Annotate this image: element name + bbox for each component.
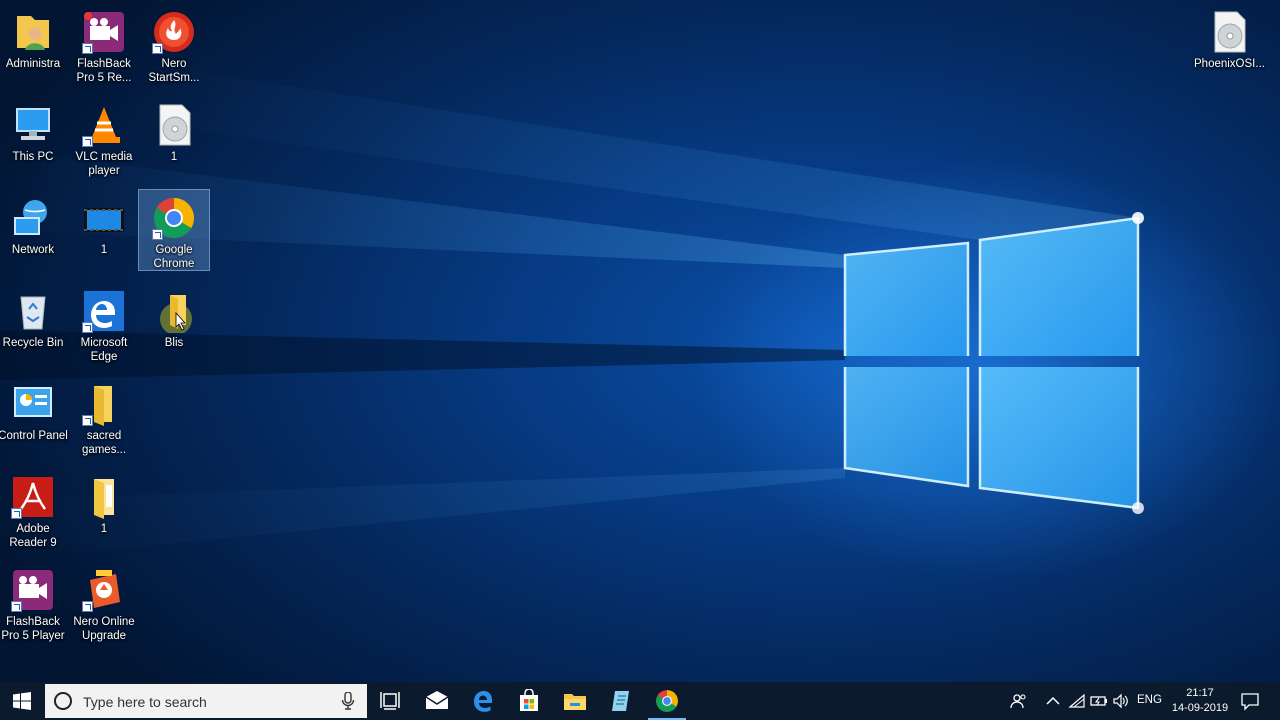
desktop-icon-phoenixos[interactable]: PhoenixOSI... [1194,4,1265,71]
clock-date: 14-09-2019 [1171,702,1229,714]
desktop-icon-recycle-bin[interactable]: Recycle Bin [0,283,68,350]
desktop-icon-label: Nero Online Upgrade [73,616,135,642]
shortcut-arrow-icon [82,322,93,333]
file-explorer-icon [564,694,586,710]
desktop-icon-disc-1[interactable]: 1 [139,97,209,164]
desktop-icon-label: 1 [100,244,108,256]
shortcut-arrow-icon [82,415,93,426]
desktop-icon-flashback-player[interactable]: FlashBack Pro 5 Player [0,562,68,643]
desktop-icon-nero-startsmart[interactable]: Nero StartSm... [139,4,209,85]
system-clock[interactable]: 21:17 14-09-2019 [1164,686,1236,716]
shortcut-arrow-icon [152,43,163,54]
computer-icon [11,103,55,147]
video-file-icon [82,196,126,240]
desktop-icon-label: Microsoft Edge [80,337,128,363]
control-panel-icon [11,382,55,426]
desktop-icon-label: Control Panel [0,430,68,442]
taskbar-chrome-button[interactable] [644,682,690,720]
chevron-up-icon[interactable] [1044,693,1062,709]
desktop-icon-nero-online-upgrade[interactable]: Nero Online Upgrade [69,562,139,643]
start-button[interactable] [0,682,44,720]
desktop-icon-label: FlashBack Pro 5 Player [1,616,65,642]
vlc-icon [82,103,126,147]
desktop-icon-google-chrome[interactable]: Google Chrome [138,189,210,271]
flashback-player-icon [11,568,55,612]
shortcut-arrow-icon [152,229,163,240]
taskbar-search-box[interactable] [45,684,367,718]
desktop-icon-label: 1 [170,151,178,163]
desktop-icon-this-pc[interactable]: This PC [0,97,68,164]
desktop-icon-label: This PC [12,151,54,163]
volume-icon[interactable] [1112,693,1130,709]
shortcut-arrow-icon [82,601,93,612]
desktop-icon-administrator[interactable]: Administra [0,4,68,71]
desktop-icon-label: Adobe Reader 9 [9,523,57,549]
shortcut-arrow-icon [82,43,93,54]
wifi-icon[interactable] [1068,693,1086,709]
desktop-icon-label: FlashBack Pro 5 Re... [76,58,132,84]
mail-icon [425,691,449,709]
chrome-icon [152,196,196,240]
desktop-icon-network[interactable]: Network [0,190,68,257]
desktop-icon-video-1[interactable]: 1 [69,190,139,257]
desktop-icon-label: Nero StartSm... [148,58,200,84]
folder-icon [152,289,196,335]
chrome-icon [656,690,678,712]
edge-icon [82,289,126,333]
taskbar-edge-button[interactable] [460,682,506,720]
taskbar-mail-button[interactable] [414,682,460,720]
desktop-icon-label: Google Chrome [153,244,195,270]
user-folder-icon [11,10,55,54]
nero-icon [152,10,196,54]
desktop-icon-vlc[interactable]: VLC media player [69,97,139,178]
adobe-reader-icon [11,475,55,519]
desktop-icon-sacred-games[interactable]: sacred games... [69,376,139,457]
flashback-recorder-icon [82,10,126,54]
desktop-icon-blis[interactable]: Blis [139,283,209,350]
recycle-bin-icon [11,289,55,333]
shortcut-arrow-icon [11,601,22,612]
desktop-icon-label: PhoenixOSI... [1194,58,1265,70]
desktop-icon-label: Administra [5,58,61,70]
desktop-icon-flashback-recorder[interactable]: FlashBack Pro 5 Re... [69,4,139,85]
nero-upgrade-icon [82,568,126,612]
disc-image-icon [1207,10,1251,54]
taskbar-file-explorer-button[interactable] [552,682,598,720]
desktop-icon-label: VLC media player [75,151,133,177]
desktop-icon-folder-1[interactable]: 1 [69,469,139,536]
network-icon [11,196,55,240]
action-center-icon[interactable] [1240,691,1260,711]
battery-icon[interactable] [1090,693,1108,709]
desktop-icon-label: sacred games... [81,430,127,456]
task-view-button[interactable] [367,682,413,720]
search-input[interactable] [81,691,325,713]
desktop-icon-label: 1 [100,523,108,535]
language-indicator[interactable]: ENG [1137,694,1162,706]
desktop-icon-label: Network [11,244,55,256]
cortana-icon [54,692,72,710]
taskbar: ENG 21:17 14-09-2019 [0,682,1280,720]
shortcut-arrow-icon [82,136,93,147]
desktop-icon-label: Recycle Bin [2,337,64,349]
microphone-icon[interactable] [341,692,355,710]
desktop-icon-label: Blis [164,337,184,349]
desktop-icon-control-panel[interactable]: Control Panel [0,376,68,443]
edge-icon [474,691,492,712]
task-view-icon [380,692,400,710]
taskbar-notepad-button[interactable] [598,682,644,720]
shortcut-arrow-icon [11,508,22,519]
notepad-icon [612,691,629,711]
store-icon [520,689,538,711]
people-icon[interactable] [1010,693,1028,709]
windows-icon [13,692,31,710]
desktop-icon-microsoft-edge[interactable]: Microsoft Edge [69,283,139,364]
disc-image-icon [152,103,196,147]
folder-icon [82,382,126,426]
taskbar-store-button[interactable] [506,682,552,720]
desktop-icon-adobe-reader[interactable]: Adobe Reader 9 [0,469,68,550]
clock-time: 21:17 [1186,687,1214,699]
document-folder-icon [82,475,126,519]
